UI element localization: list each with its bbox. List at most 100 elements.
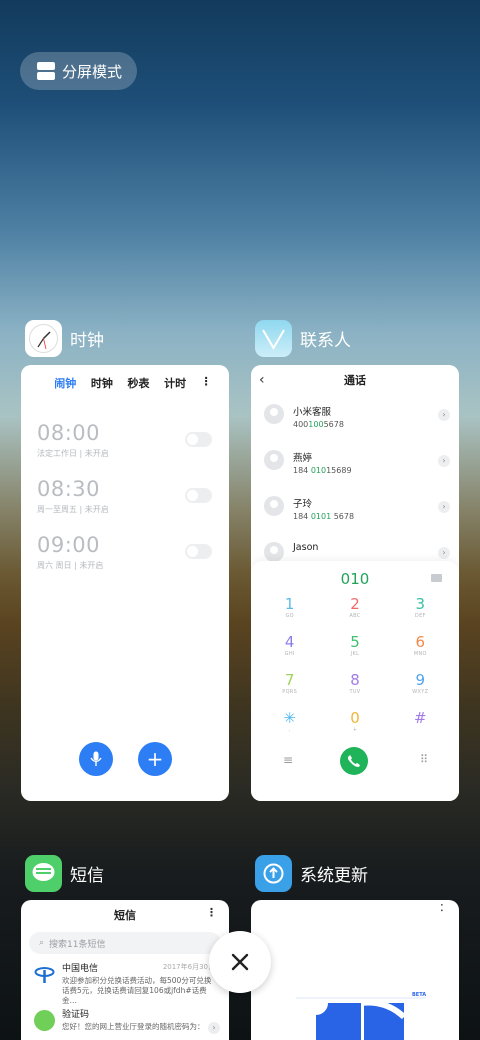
contact-number: 184 01015689 [293,466,352,475]
dial-key-letters: DEF [414,613,426,619]
clock-app-icon [25,320,62,357]
split-screen-label: 分屏模式 [62,62,123,81]
voice-alarm-button[interactable] [79,742,113,776]
chevron-right-icon[interactable]: › [438,547,450,559]
dial-key-letters: + [352,727,358,733]
dial-key[interactable]: ✳, [257,709,322,747]
tab-timer[interactable]: 计时 [164,375,186,391]
tab-alarm[interactable]: 闹钟 [54,375,76,391]
phone-icon [348,755,360,767]
alarm-item[interactable]: 09:00 周六 周日 | 未开启 [21,525,229,581]
alarm-item[interactable]: 08:30 周一至周五 | 未开启 [21,469,229,525]
dial-key-digit: 9 [415,671,426,689]
chevron-right-icon[interactable]: › [438,455,450,467]
dial-key[interactable]: 5 JKL [322,633,387,671]
dial-key-letters: GHI [284,651,295,657]
backspace-icon[interactable] [431,574,442,582]
sms-preview: 您好！您的网上营业厅登录的随机密码为： [62,1022,205,1031]
menu-icon[interactable]: ≡ [283,753,293,767]
split-screen-button[interactable]: 分屏模式 [20,52,137,90]
clear-all-button[interactable] [209,931,271,993]
dial-key-letters: WXYZ [412,689,429,695]
tab-stopwatch[interactable]: 秒表 [127,375,149,391]
avatar [264,542,284,562]
tab-clock[interactable]: 时钟 [91,375,113,391]
dial-key-digit: 0 [350,709,360,727]
dial-key[interactable]: 8 TUV [322,671,387,709]
more-icon[interactable]: ⋮ [201,375,212,391]
clock-app-card[interactable]: 闹钟 时钟 秒表 计时 ⋮ 08:00 法定工作日 | 未开启 08:30 周一… [21,365,229,801]
contacts-app-icon [255,320,292,357]
dial-key-letters: , [288,727,291,733]
dial-input[interactable]: 010 [251,561,459,595]
contact-name: 燕婷 [293,453,313,464]
dial-key-digit: 8 [350,671,360,689]
dial-key[interactable]: 7 PQRS [257,671,322,709]
dial-keys: 1 GO 2 ABC 3 DEF 4 GHI 5 JKL 6 MNO 7 PQRS 8 TUV 9 WXYZ ✳, 0… [251,595,459,747]
contact-name: 小米客服 [293,407,332,418]
contact-number: 184 0101 5678 [293,512,355,521]
back-arrow-icon[interactable]: ‹ [259,372,265,388]
sms-thread[interactable]: 验证码 您好！您的网上营业厅登录的随机密码为： › [21,1000,229,1040]
sms-search-input[interactable]: ⌕ 搜索11条短信 [29,932,221,954]
contacts-title: 通话 [344,374,366,387]
search-placeholder: 搜索11条短信 [49,939,106,950]
alarm-toggle[interactable] [185,432,212,447]
alarm-repeat: 法定工作日 | 未开启 [37,449,109,458]
call-button[interactable] [340,747,368,775]
updater-app-card[interactable]: ⠅ BETA [251,900,459,1040]
contact-row[interactable]: 燕婷 184 01015689 › [251,441,459,487]
contact-number: 4001005678 [293,420,344,429]
alarm-repeat: 周六 周日 | 未开启 [37,561,104,570]
dial-key-letters: MNO [413,651,427,657]
dial-key-letters: TUV [349,689,361,695]
sms-app-header[interactable]: 短信 [25,855,104,892]
sms-app-card[interactable]: 短信 ⋮ ⌕ 搜索11条短信 中国电信 欢迎参加积分兑换话费活动，每500分可兑… [21,900,229,1040]
clock-app-header[interactable]: 时钟 [25,320,104,357]
more-icon[interactable]: ⠅ [440,904,447,915]
contact-row[interactable]: 子玲 184 0101 5678 › [251,487,459,533]
sms-app-name: 短信 [70,866,104,886]
dial-key[interactable]: # [388,709,453,747]
dial-key[interactable]: 3 DEF [388,595,453,633]
chevron-right-icon[interactable]: › [208,1022,220,1034]
more-icon[interactable]: ⋮ [206,906,217,919]
sms-title: 短信 [114,909,136,922]
dial-key-digit: 6 [415,633,426,651]
alarm-toggle[interactable] [185,488,212,503]
contact-name: 子玲 [293,499,313,510]
dial-key[interactable]: 1 GO [257,595,322,633]
beta-badge: BETA [412,992,427,998]
chevron-right-icon[interactable]: › [438,501,450,513]
dial-key-digit: 7 [284,671,295,689]
sms-time: 2017年6月30日 [162,963,215,971]
dialpad: 010 1 GO 2 ABC 3 DEF 4 GHI 5 JKL 6 MNO 7 PQRS 8 TUV 9 WXY… [251,561,459,801]
alarm-item[interactable]: 08:00 法定工作日 | 未开启 [21,413,229,469]
sms-app-icon [25,855,62,892]
alarm-toggle[interactable] [185,544,212,559]
alarm-repeat: 周一至周五 | 未开启 [37,505,109,514]
dial-key[interactable]: 6 MNO [388,633,453,671]
dial-key[interactable]: 9 WXYZ [388,671,453,709]
split-screen-icon [37,62,55,80]
dial-key-letters: ABC [349,613,361,619]
updater-app-icon [255,855,292,892]
dial-key-letters: GO [285,613,294,619]
close-icon [231,953,249,971]
search-icon: ⌕ [39,938,45,948]
add-alarm-button[interactable]: + [138,742,172,776]
dial-key-letters: JKL [350,651,360,657]
contact-name: Jason [293,542,319,553]
contacts-app-card[interactable]: ‹ 通话 小米客服 4001005678 › 燕婷 184 01015689 ›… [251,365,459,801]
avatar [264,450,284,470]
sms-thread[interactable]: 中国电信 欢迎参加积分兑换话费活动，每500分可兑换话费5元，兑换话费请回复10… [21,954,229,1005]
dial-key[interactable]: 2 ABC [322,595,387,633]
contacts-app-header[interactable]: 联系人 [255,320,351,357]
updater-app-header[interactable]: 系统更新 [255,855,368,892]
keypad-icon[interactable]: ⠿ [420,753,428,766]
contact-row[interactable]: 小米客服 4001005678 › [251,395,459,441]
dial-key[interactable]: 0 + [322,709,387,747]
avatar [264,496,284,516]
chevron-right-icon[interactable]: › [438,409,450,421]
dial-key[interactable]: 4 GHI [257,633,322,671]
